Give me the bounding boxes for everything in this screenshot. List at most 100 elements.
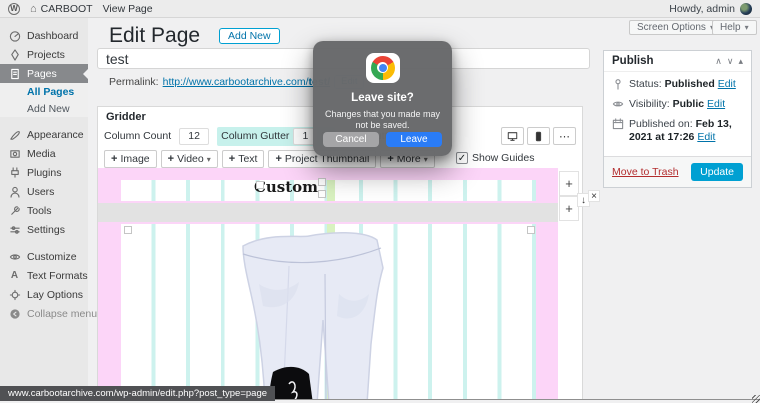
permalink-label: Permalink:: [109, 76, 159, 88]
dialog-message: Changes that you made may not be saved.: [324, 109, 442, 132]
edit-visibility-link[interactable]: Edit: [707, 98, 725, 110]
move-up-icon[interactable]: ∧: [715, 56, 722, 67]
sidebar-item-users[interactable]: Users: [0, 182, 88, 201]
dashboard-icon: [8, 30, 21, 42]
chevron-down-icon: ▾: [207, 155, 211, 164]
column-count-label: Column Count: [104, 130, 171, 142]
leave-site-dialog: Leave site? Changes that you made may no…: [313, 41, 452, 156]
sidebar-item-add-new[interactable]: Add New: [0, 100, 88, 117]
sidebar-item-tools[interactable]: Tools: [0, 201, 88, 220]
move-to-trash-link[interactable]: Move to Trash: [612, 166, 679, 178]
sidebar-item-settings[interactable]: Settings: [0, 220, 88, 239]
resize-handle[interactable]: [527, 226, 535, 234]
dialog-title: Leave site?: [351, 92, 414, 104]
move-down-icon[interactable]: ∨: [727, 56, 734, 67]
chrome-icon: [371, 56, 395, 80]
more-options-button[interactable]: ⋯: [553, 127, 576, 145]
avatar[interactable]: [740, 3, 752, 15]
column-gutter-label: Column Gutter: [221, 130, 289, 142]
sidebar-item-projects[interactable]: Projects: [0, 45, 88, 64]
add-text-button[interactable]: + Text: [222, 150, 265, 168]
garment-image[interactable]: [229, 224, 389, 403]
column-count-input[interactable]: [179, 128, 209, 145]
row-gutter-band: [98, 203, 558, 222]
gridder-canvas[interactable]: Custom: [98, 168, 558, 403]
plus-icon: +: [168, 153, 174, 165]
help-button[interactable]: Help ▾: [712, 20, 757, 35]
add-image-button[interactable]: + Image: [104, 150, 157, 168]
view-page-link[interactable]: View Page: [103, 3, 153, 15]
edit-published-date-link[interactable]: Edit: [697, 131, 715, 143]
sidebar-item-plugins[interactable]: Plugins: [0, 163, 88, 182]
projects-icon: [8, 49, 21, 61]
admin-sidebar: Dashboard Projects Pages All Pages Add N…: [0, 18, 88, 403]
settings-icon: [8, 224, 21, 236]
sidebar-item-media[interactable]: Media: [0, 144, 88, 163]
chevron-down-icon: ▾: [745, 23, 749, 32]
plus-icon: +: [275, 153, 281, 165]
delete-row-button[interactable]: ×: [588, 190, 600, 202]
mobile-preview-button[interactable]: [527, 127, 550, 145]
update-button[interactable]: Update: [691, 163, 743, 181]
sidebar-item-lay-options[interactable]: Lay Options: [0, 285, 88, 304]
eye-icon: [612, 98, 624, 110]
sidebar-item-all-pages[interactable]: All Pages: [0, 83, 88, 100]
calendar-icon: [612, 118, 624, 130]
show-guides-checkbox[interactable]: ✓: [456, 152, 468, 164]
gear-icon: [8, 289, 21, 301]
canvas-row-1[interactable]: [121, 180, 536, 201]
sidebar-item-customize[interactable]: Customize: [0, 247, 88, 266]
add-row-button[interactable]: +: [559, 171, 579, 196]
chrome-logo-tile: [366, 53, 400, 83]
show-guides-toggle[interactable]: ✓ Show Guides: [456, 152, 534, 164]
plugins-icon: [8, 167, 21, 179]
sidebar-item-pages[interactable]: Pages: [0, 64, 88, 83]
desktop-preview-button[interactable]: [501, 127, 524, 145]
eye-icon: [8, 251, 21, 263]
leave-button[interactable]: Leave: [386, 132, 442, 147]
publish-footer: Move to Trash Update: [604, 156, 751, 187]
add-row-button[interactable]: +: [559, 196, 579, 221]
pages-submenu: All Pages Add New: [0, 83, 88, 117]
visibility-row: Visibility: Public Edit: [612, 98, 743, 111]
admin-bar: W ⌂ CARBOOT View Page Howdy, admin: [0, 0, 760, 18]
status-row: Status: Published Edit: [612, 78, 743, 91]
site-link[interactable]: ⌂ CARBOOT: [30, 3, 93, 15]
screen-options-button[interactable]: Screen Options ▾: [629, 20, 722, 35]
add-new-button[interactable]: Add New: [219, 28, 280, 44]
page-title: Edit Page: [109, 24, 200, 48]
plus-icon: +: [111, 153, 117, 165]
plus-icon: +: [229, 153, 235, 165]
published-on-row: Published on: Feb 13, 2021 at 17:26 Edit: [612, 118, 743, 144]
howdy-admin[interactable]: Howdy, admin: [669, 3, 735, 15]
collapse-arrow-icon: [8, 308, 21, 320]
panel-toggle-icon[interactable]: ▴: [738, 56, 743, 67]
sidebar-item-text-formats[interactable]: A Text Formats: [0, 266, 88, 285]
sidebar-item-dashboard[interactable]: Dashboard: [0, 26, 88, 45]
users-icon: [8, 186, 21, 198]
add-video-button[interactable]: + Video ▾: [161, 150, 218, 168]
text-formats-icon: A: [8, 270, 21, 281]
resize-handle[interactable]: [318, 178, 326, 186]
publish-panel: Publish ∧ ∨ ▴ Status: Published Edit Vis…: [603, 50, 752, 188]
home-icon: ⌂: [30, 3, 37, 15]
window-resize-grip[interactable]: [752, 395, 760, 403]
collapse-menu-button[interactable]: Collapse menu: [0, 304, 88, 323]
permalink-link[interactable]: http://www.carbootarchive.com/test/: [163, 76, 331, 88]
pin-icon: [612, 78, 624, 90]
highlighted-column-guide: [327, 180, 335, 201]
wordpress-logo-icon[interactable]: W: [8, 3, 20, 15]
resize-handle[interactable]: [256, 181, 264, 189]
tools-icon: [8, 205, 21, 217]
resize-handle[interactable]: [124, 226, 132, 234]
pages-icon: [8, 68, 21, 80]
media-icon: [8, 148, 21, 160]
cancel-button[interactable]: Cancel: [323, 132, 379, 147]
appearance-icon: [8, 129, 21, 141]
status-bar-url: www.carbootarchive.com/wp-admin/edit.php…: [0, 386, 275, 401]
sidebar-item-appearance[interactable]: Appearance: [0, 125, 88, 144]
publish-header[interactable]: Publish ∧ ∨ ▴: [604, 51, 751, 72]
site-name: CARBOOT: [41, 3, 93, 15]
edit-status-link[interactable]: Edit: [718, 78, 736, 90]
resize-handle[interactable]: [318, 190, 326, 198]
